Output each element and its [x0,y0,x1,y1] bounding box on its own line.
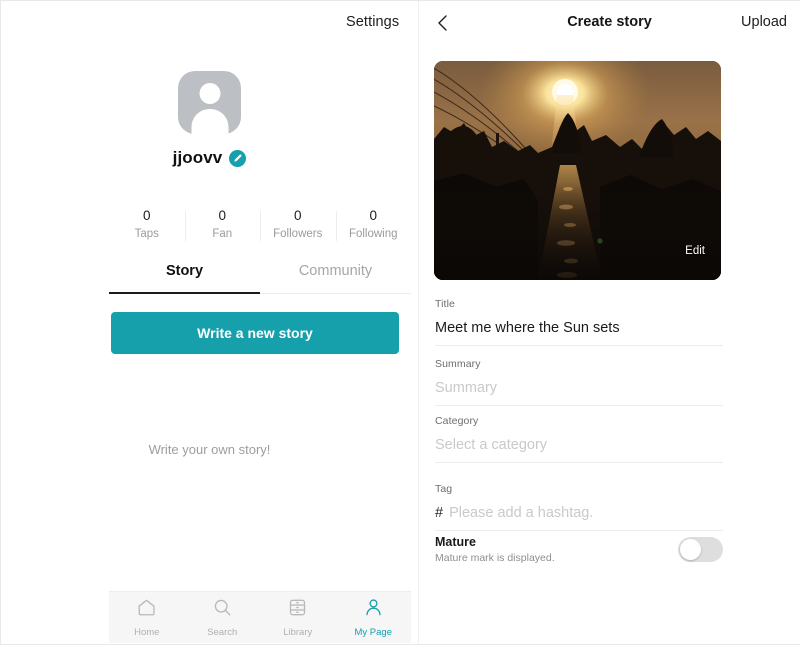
create-story-header: Create story Upload [419,1,800,45]
field-label: Summary [435,358,481,370]
search-icon [212,597,233,623]
username-row: jjoovv [173,148,247,168]
title-field: Title Meet me where the Sun sets [435,298,723,346]
nav-label: Home [134,627,160,638]
stat-label: Followers [273,228,323,240]
edit-photo-button[interactable]: Edit [685,245,705,257]
my-page-panel: Settings jjoovv 0 Taps 0 Fan 0 Followers… [1,1,418,644]
create-story-panel: Create story Upload Edit Title Meet me w… [419,1,800,644]
nav-label: Library [283,627,313,638]
stat-fan[interactable]: 0 Fan [184,207,261,242]
stat-value: 0 [293,208,302,223]
mature-setting-row: Mature Mature mark is displayed. [435,535,723,564]
nav-item-home[interactable]: Home [109,597,185,638]
summary-field: Summary Summary [435,358,723,406]
mature-text-block: Mature Mature mark is displayed. [435,535,555,564]
stat-label: Following [348,228,398,240]
mature-description: Mature mark is displayed. [435,552,555,564]
pencil-icon[interactable] [229,149,247,167]
cover-image[interactable]: Edit [434,61,721,280]
username-label: jjoovv [172,148,223,167]
tag-placeholder: Please add a hashtag. [449,505,594,521]
settings-link[interactable]: Settings [346,14,399,30]
summary-input[interactable]: Summary [435,370,723,406]
field-label: Title [435,298,455,310]
stat-value: 0 [142,208,151,223]
avatar-body-shape [191,109,228,134]
profile-stats: 0 Taps 0 Fan 0 Followers 0 Following [109,207,411,242]
stat-value: 0 [369,208,377,223]
mature-title: Mature [435,535,476,549]
nav-item-search[interactable]: Search [185,597,261,638]
nav-label: My Page [354,627,393,638]
field-label: Tag [435,483,453,495]
home-icon [136,597,157,623]
nav-item-library[interactable]: Library [260,597,336,638]
tag-input[interactable]: # Please add a hashtag. [435,495,723,531]
profile-tabs: Story Community [109,263,411,294]
upload-button[interactable]: Upload [741,14,787,30]
stat-label: Fan [212,228,233,240]
hash-icon: # [435,505,444,521]
tag-field: Tag # Please add a hashtag. [435,483,723,531]
stat-label: Taps [134,228,159,240]
toggle-knob [680,539,701,560]
stat-taps[interactable]: 0 Taps [109,207,185,242]
mature-toggle[interactable] [678,537,723,562]
write-new-story-button[interactable]: Write a new story [111,312,399,354]
avatar[interactable] [178,71,241,134]
person-icon [363,597,384,623]
profile-header: jjoovv [1,71,418,168]
stat-value: 0 [218,208,226,223]
empty-story-message: Write your own story! [148,442,271,457]
category-field: Category Select a category [435,415,723,463]
avatar-head-shape [199,83,220,104]
bottom-navigation: Home Search Library My Page [109,591,411,643]
app-window: Settings jjoovv 0 Taps 0 Fan 0 Followers… [0,0,800,645]
nav-item-my-page[interactable]: My Page [336,597,412,638]
tab-story[interactable]: Story [109,263,260,294]
tab-community[interactable]: Community [260,263,411,293]
nav-label: Search [207,627,238,638]
stat-followers[interactable]: 0 Followers [260,207,336,242]
category-select[interactable]: Select a category [435,427,723,463]
field-label: Category [435,415,479,427]
title-input[interactable]: Meet me where the Sun sets [435,310,723,346]
stat-following[interactable]: 0 Following [335,207,412,242]
library-icon [287,597,308,623]
